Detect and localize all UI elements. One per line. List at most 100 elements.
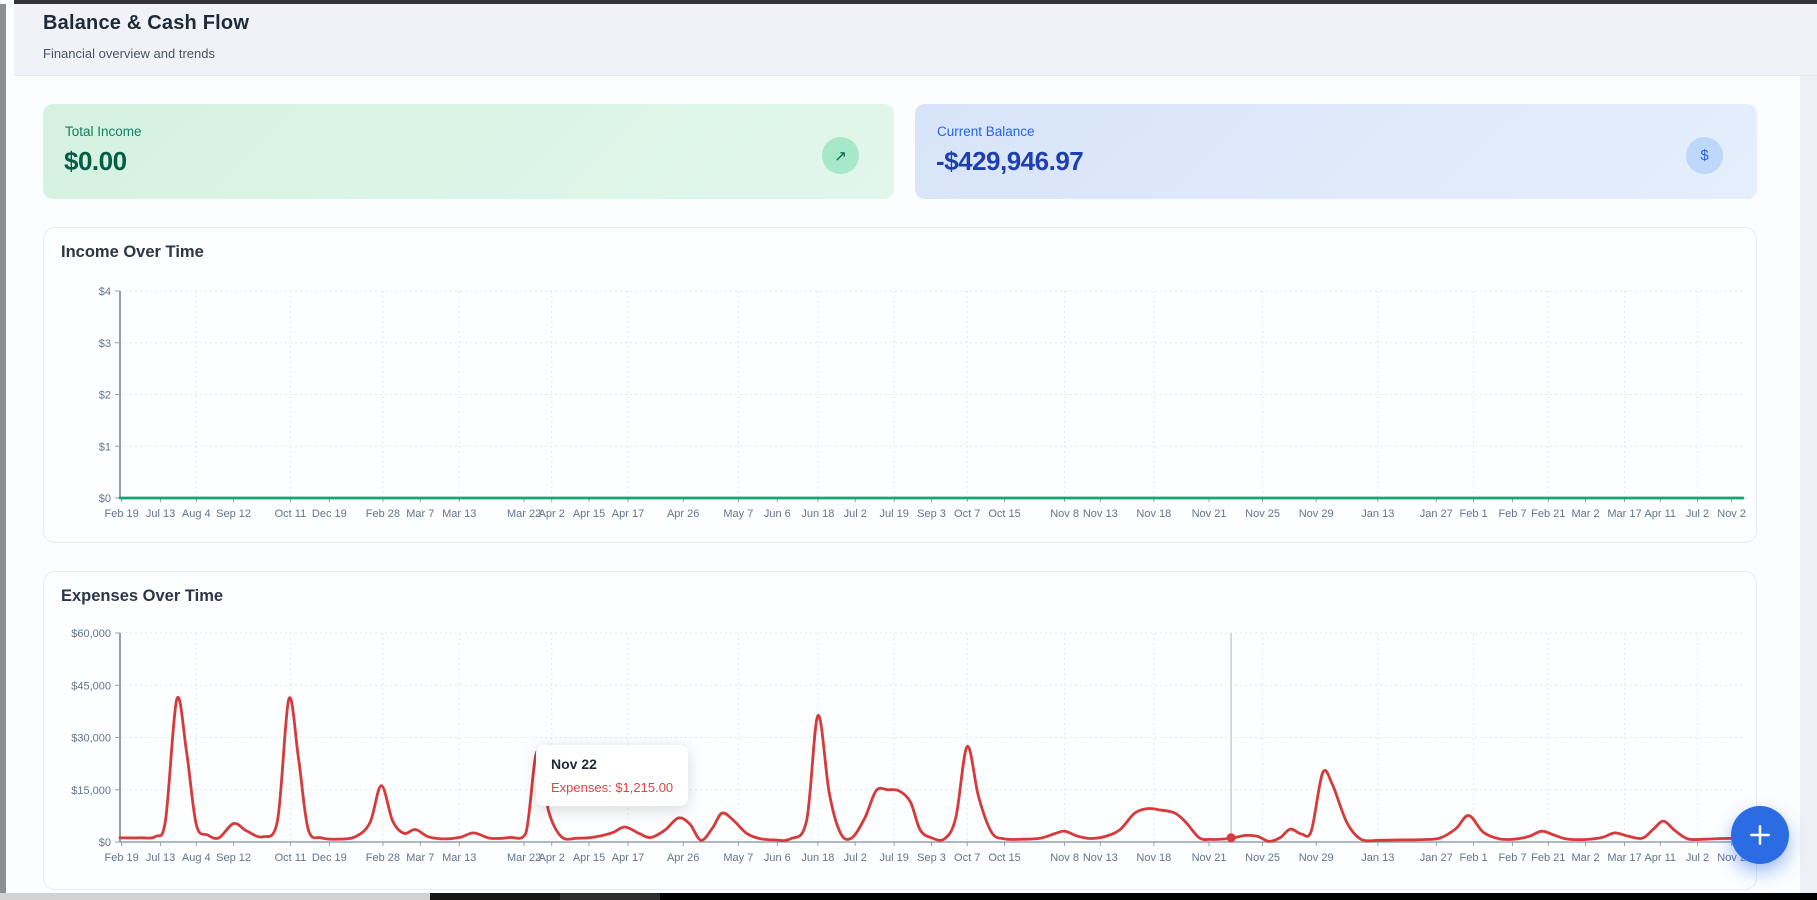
x-tick-label: Feb 7: [1498, 852, 1526, 864]
app-window: Balance & Cash Flow Financial overview a…: [0, 0, 1817, 900]
x-tick-label: Feb 19: [104, 508, 138, 520]
y-tick-label: $0: [99, 837, 111, 849]
x-tick-label: Apr 17: [612, 852, 644, 864]
chart-tooltip: Nov 22 Expenses: $1,215.00: [536, 745, 688, 806]
y-tick-label: $60,000: [71, 628, 111, 640]
x-tick-label: Mar 2: [1572, 852, 1600, 864]
window-left-edge: [0, 4, 6, 893]
x-tick-label: Aug 4: [182, 508, 211, 520]
x-tick-label: Jan 13: [1361, 852, 1394, 864]
x-tick-label: Nov 21: [1192, 508, 1227, 520]
y-tick-label: $1: [99, 441, 111, 453]
x-tick-label: Oct 11: [275, 508, 307, 520]
x-tick-label: Feb 28: [366, 852, 400, 864]
plus-icon: [1746, 821, 1774, 849]
x-tick-label: Jun 18: [801, 508, 834, 520]
x-tick-label: Oct 7: [954, 852, 980, 864]
x-tick-label: Nov 13: [1083, 508, 1118, 520]
x-tick-label: Nov 25: [1245, 852, 1280, 864]
current-balance-value: -$429,946.97: [936, 146, 1083, 177]
x-tick-label: Feb 1: [1460, 852, 1488, 864]
x-tick-label: Nov 21: [1192, 852, 1227, 864]
x-tick-label: Jul 2: [1686, 508, 1709, 520]
scrollbar-gutter[interactable]: [1800, 76, 1817, 893]
x-tick-label: Mar 7: [406, 508, 434, 520]
x-tick-label: Apr 17: [612, 508, 644, 520]
x-tick-label: Dec 19: [312, 852, 347, 864]
x-tick-label: Jun 6: [764, 852, 791, 864]
x-tick-label: Nov 29: [1299, 852, 1334, 864]
x-tick-label: Nov 13: [1083, 852, 1118, 864]
x-tick-label: Jul 2: [844, 508, 867, 520]
x-tick-label: Sep 3: [917, 852, 946, 864]
x-tick-label: Mar 22: [507, 852, 541, 864]
x-tick-label: Nov 18: [1136, 508, 1171, 520]
x-tick-label: Apr 2: [539, 852, 565, 864]
x-tick-label: Feb 7: [1498, 508, 1526, 520]
total-income-card: Total Income $0.00 ↗: [43, 104, 894, 199]
x-tick-label: Apr 2: [539, 508, 565, 520]
dollar-glyph: $: [1700, 147, 1708, 164]
x-tick-label: Jun 6: [764, 508, 791, 520]
y-tick-label: $30,000: [71, 733, 111, 745]
x-tick-label: Dec 19: [312, 508, 347, 520]
x-tick-label: Mar 22: [507, 508, 541, 520]
x-tick-label: Mar 13: [442, 508, 476, 520]
income-line-chart[interactable]: $4$3$2$1$0Feb 19Jul 13Aug 4Sep 12Oct 11D…: [44, 228, 1758, 544]
x-tick-label: Nov 8: [1050, 508, 1079, 520]
current-balance-card: Current Balance -$429,946.97 $: [915, 104, 1757, 199]
x-tick-label: Apr 26: [667, 508, 699, 520]
x-tick-label: Sep 3: [917, 508, 946, 520]
page-title: Balance & Cash Flow: [43, 12, 249, 35]
x-tick-label: Sep 12: [216, 852, 251, 864]
arrow-up-right-icon: ↗: [822, 137, 859, 174]
x-tick-label: Apr 15: [573, 508, 605, 520]
x-tick-label: Mar 7: [406, 852, 434, 864]
x-tick-label: Jul 2: [1686, 852, 1709, 864]
x-tick-label: Mar 13: [442, 852, 476, 864]
y-tick-label: $3: [99, 338, 111, 350]
page-subtitle: Financial overview and trends: [43, 46, 215, 61]
x-tick-label: Jun 18: [801, 852, 834, 864]
x-tick-label: May 7: [723, 852, 753, 864]
x-tick-label: Apr 15: [573, 852, 605, 864]
add-button[interactable]: [1731, 806, 1789, 864]
x-tick-label: Apr 11: [1644, 852, 1676, 864]
x-tick-label: Nov 2: [1717, 508, 1746, 520]
x-tick-label: Nov 18: [1136, 852, 1171, 864]
x-tick-label: Jan 27: [1420, 508, 1453, 520]
x-tick-label: Jul 19: [879, 508, 908, 520]
x-tick-label: Nov 29: [1299, 508, 1334, 520]
x-tick-label: Apr 26: [667, 852, 699, 864]
x-tick-label: Oct 7: [954, 508, 980, 520]
tooltip-value: Expenses: $1,215.00: [551, 780, 673, 795]
arrow-up-right-glyph: ↗: [834, 147, 847, 165]
y-tick-label: $4: [99, 286, 111, 298]
taskbar-edge: [0, 893, 1817, 900]
x-tick-label: Jan 27: [1420, 852, 1453, 864]
income-chart-card: Income Over Time $4$3$2$1$0Feb 19Jul 13A…: [43, 227, 1757, 543]
x-tick-label: Jul 19: [879, 852, 908, 864]
dollar-icon: $: [1686, 137, 1723, 174]
expenses-chart-card: Expenses Over Time $60,000$45,000$30,000…: [43, 571, 1757, 890]
tooltip-date: Nov 22: [551, 756, 673, 772]
x-tick-label: Feb 19: [104, 852, 138, 864]
x-tick-label: Feb 21: [1531, 852, 1565, 864]
page-header: [14, 4, 1817, 76]
x-tick-label: Jul 13: [146, 508, 175, 520]
current-balance-label: Current Balance: [937, 124, 1035, 139]
hover-point: [1227, 833, 1236, 842]
x-tick-label: May 7: [723, 508, 753, 520]
y-tick-label: $45,000: [71, 680, 111, 692]
x-tick-label: Jan 13: [1361, 508, 1394, 520]
x-tick-label: Mar 17: [1607, 508, 1641, 520]
expenses-line-chart[interactable]: $60,000$45,000$30,000$15,000$0Feb 19Jul …: [44, 572, 1758, 891]
x-tick-label: Oct 11: [275, 852, 307, 864]
y-tick-label: $0: [99, 493, 111, 505]
x-tick-label: Nov 8: [1050, 852, 1079, 864]
x-tick-label: Feb 1: [1460, 508, 1488, 520]
total-income-value: $0.00: [64, 146, 127, 177]
x-tick-label: Oct 15: [988, 508, 1020, 520]
y-tick-label: $2: [99, 390, 111, 402]
x-tick-label: Apr 11: [1644, 508, 1676, 520]
